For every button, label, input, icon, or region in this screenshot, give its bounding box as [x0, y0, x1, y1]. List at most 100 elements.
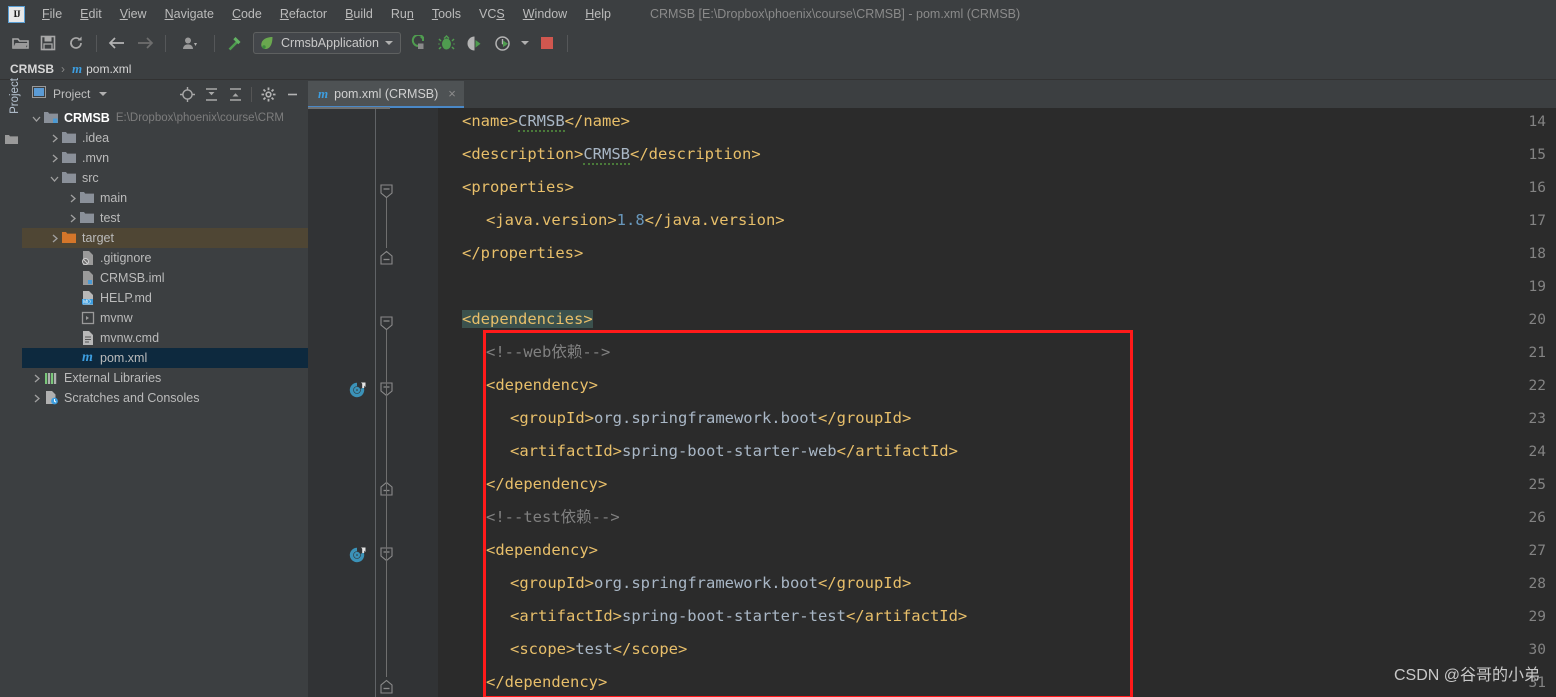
tree-item-label: src: [82, 171, 99, 185]
run-with-coverage-icon[interactable]: [462, 31, 488, 55]
tree-item-external-libraries[interactable]: External Libraries: [22, 368, 308, 388]
close-icon[interactable]: ×: [448, 86, 456, 101]
run-icon[interactable]: [406, 31, 432, 55]
code-token: </name>: [564, 112, 630, 130]
fold-end-icon[interactable]: [380, 250, 393, 270]
tree-item-label: target: [82, 231, 114, 245]
idea-window: IJ File Edit View Navigate Code Refactor Build…: [0, 0, 1556, 697]
folder-icon: [79, 192, 96, 204]
code-line: <scope>test</scope>: [510, 633, 687, 666]
libraries-icon: [43, 372, 60, 385]
debug-icon[interactable]: [434, 31, 460, 55]
menu-item-edit[interactable]: Edit: [71, 3, 111, 25]
menu-item-file[interactable]: File: [33, 3, 71, 25]
tree-item-label: .gitignore: [100, 251, 152, 265]
code-token: <description>: [462, 145, 584, 163]
project-view-icon: [32, 85, 46, 103]
forward-arrow-icon[interactable]: [132, 31, 158, 55]
gutter-divider: [375, 108, 376, 697]
code-token: </artifactId>: [836, 442, 958, 460]
code-token: </properties>: [462, 244, 584, 262]
code-token: <artifactId>: [510, 607, 622, 625]
code-token: CRMSB: [583, 145, 630, 165]
profiler-dropdown-icon[interactable]: [518, 31, 532, 55]
tree-item-label: .mvn: [82, 151, 110, 165]
run-configuration-selector[interactable]: CrmsbApplication: [253, 32, 401, 54]
project-panel: Project CRMSB E:\Dropbox\phoenix\course\…: [22, 80, 308, 697]
tree-item-main[interactable]: main: [22, 188, 308, 208]
tree-item-idea[interactable]: .idea: [22, 128, 308, 148]
tree-item-test[interactable]: test: [22, 208, 308, 228]
tree-item-scratches-and-consoles[interactable]: Scratches and Consoles: [22, 388, 308, 408]
expand-all-icon[interactable]: [200, 83, 222, 105]
code-token: </groupId>: [817, 574, 912, 592]
open-folder-icon[interactable]: [7, 31, 33, 55]
code-line: <name>CRMSB</name>: [462, 108, 630, 138]
code-line: <!--test依赖-->: [486, 501, 620, 534]
menu-item-code[interactable]: Code: [223, 3, 271, 25]
editor-top-scroll-marker: [308, 107, 390, 109]
editor-tab-pom-xml[interactable]: m pom.xml (CRMSB) ×: [308, 81, 464, 108]
menu-item-view[interactable]: View: [111, 3, 156, 25]
tree-item-pom-xml[interactable]: m pom.xml: [22, 348, 308, 368]
tree-item-target[interactable]: target: [22, 228, 308, 248]
tree-item-label: .idea: [82, 131, 110, 145]
maven-reimport-icon[interactable]: [348, 546, 367, 570]
chevron-right-icon[interactable]: [48, 132, 61, 145]
chevron-right-icon[interactable]: [48, 232, 61, 245]
maven-reimport-icon[interactable]: [348, 381, 367, 405]
locate-target-icon[interactable]: [176, 83, 198, 105]
panel-tools-divider: [251, 86, 252, 102]
sync-icon[interactable]: [63, 31, 89, 55]
tree-item-mvnw-cmd[interactable]: mvnw.cmd: [22, 328, 308, 348]
code-editor[interactable]: 14 15 16 17 18 19 20 21 22 23 24 25 26 27 28 29 30 31 <na…: [308, 108, 1556, 697]
folder-icon: [61, 152, 78, 164]
breadcrumb-file[interactable]: pom.xml: [86, 62, 131, 76]
chevron-right-icon[interactable]: [66, 212, 79, 225]
menu-item-run[interactable]: Run: [382, 3, 423, 25]
code-token: <scope>: [510, 640, 576, 658]
menu-item-tools[interactable]: Tools: [423, 3, 470, 25]
chevron-down-icon[interactable]: [99, 92, 108, 96]
intellij-idea-logo: IJ: [8, 5, 25, 23]
code-token: 1.8: [616, 211, 645, 229]
menu-item-build[interactable]: Build: [336, 3, 382, 25]
project-tree[interactable]: CRMSB E:\Dropbox\phoenix\course\CRM .idea.…: [22, 108, 308, 697]
chevron-down-icon[interactable]: [48, 172, 61, 185]
fold-end-icon[interactable]: [380, 679, 393, 697]
menu-item-help[interactable]: Help: [576, 3, 620, 25]
tree-item-crmsb[interactable]: CRMSB E:\Dropbox\phoenix\course\CRM: [22, 108, 308, 128]
tree-item-label: HELP.md: [100, 291, 152, 305]
tree-item-mvnw[interactable]: mvnw: [22, 308, 308, 328]
settings-gear-icon[interactable]: [257, 83, 279, 105]
menu-item-window[interactable]: Window: [514, 3, 576, 25]
tree-item-crmsb-iml[interactable]: CRMSB.iml: [22, 268, 308, 288]
code-token: <groupId>: [510, 574, 594, 592]
tree-item-label: mvnw: [100, 311, 133, 325]
chevron-down-icon[interactable]: [30, 112, 43, 125]
chevron-right-icon[interactable]: [30, 392, 43, 405]
tree-item-gitignore[interactable]: .gitignore: [22, 248, 308, 268]
menu-item-refactor[interactable]: Refactor: [271, 3, 336, 25]
build-hammer-icon[interactable]: [222, 31, 248, 55]
tree-item-mvn[interactable]: .mvn: [22, 148, 308, 168]
chevron-right-icon[interactable]: [66, 192, 79, 205]
user-profile-icon[interactable]: [173, 31, 207, 55]
menu-item-vcs[interactable]: VCS: [470, 3, 514, 25]
back-arrow-icon[interactable]: [104, 31, 130, 55]
sidebar-item-project[interactable]: Project: [9, 68, 21, 124]
code-line: </properties>: [462, 237, 583, 270]
tree-item-src[interactable]: src: [22, 168, 308, 188]
save-icon[interactable]: [35, 31, 61, 55]
stop-icon[interactable]: [534, 31, 560, 55]
iml-file-icon: [79, 271, 96, 285]
chevron-right-icon[interactable]: [30, 372, 43, 385]
collapse-all-icon[interactable]: [224, 83, 246, 105]
minimize-icon[interactable]: [281, 83, 303, 105]
tree-item-help-md[interactable]: MD HELP.md: [22, 288, 308, 308]
tree-item-label: main: [100, 191, 128, 205]
menu-item-navigate[interactable]: Navigate: [156, 3, 223, 25]
code-content[interactable]: <name>CRMSB</name> <description>CRMSB</de…: [438, 108, 1556, 697]
profiler-icon[interactable]: [490, 31, 516, 55]
chevron-right-icon[interactable]: [48, 152, 61, 165]
